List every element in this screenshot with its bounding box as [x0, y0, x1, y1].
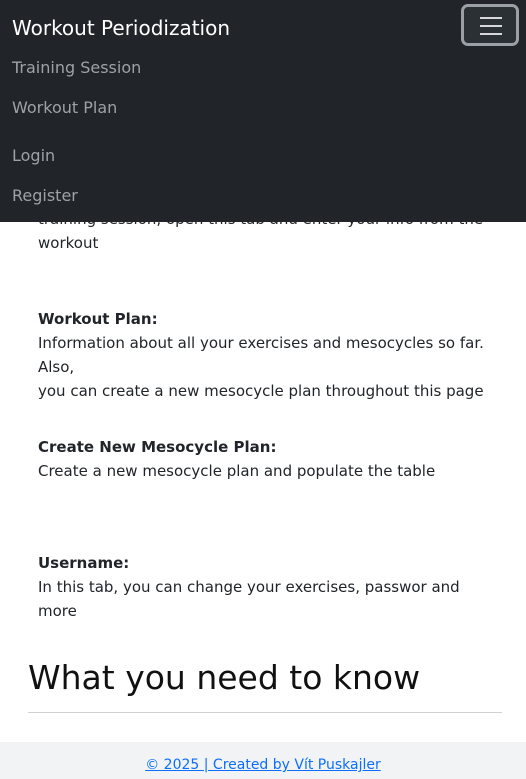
item-text: you can create a new mesocycle plan thro…: [38, 382, 484, 400]
username-description: Username: In this tab, you can change yo…: [38, 551, 498, 623]
item-text: In this tab, you can change your exercis…: [38, 578, 460, 620]
navbar-toggler-button[interactable]: [461, 4, 519, 46]
nav-link-register[interactable]: Register: [12, 184, 78, 208]
item-text: Create a new mesocycle plan and populate…: [38, 462, 436, 480]
item-title: Username:: [38, 554, 130, 572]
footer: © 2025 | Created by Vít Puskajler: [0, 742, 526, 779]
nav-link-workout-plan[interactable]: Workout Plan: [12, 96, 117, 120]
item-title: Workout Plan:: [38, 310, 158, 328]
navbar: Workout Periodization Training Session W…: [0, 0, 526, 222]
item-text: Information about all your exercises and…: [38, 334, 484, 376]
nav-link-training-session[interactable]: Training Session: [12, 56, 141, 80]
divider: [28, 712, 502, 713]
partial-description-line-end: workout: [38, 234, 99, 252]
brand-link[interactable]: Workout Periodization: [12, 14, 230, 42]
section-heading: What you need to know: [28, 658, 421, 697]
item-title: Create New Mesocycle Plan:: [38, 438, 277, 456]
nav-link-login[interactable]: Login: [12, 144, 55, 168]
create-mesocycle-description: Create New Mesocycle Plan: Create a new …: [38, 435, 498, 483]
footer-credit-link[interactable]: © 2025 | Created by Vít Puskajler: [145, 754, 381, 776]
workout-plan-description: Workout Plan: Information about all your…: [38, 307, 498, 403]
